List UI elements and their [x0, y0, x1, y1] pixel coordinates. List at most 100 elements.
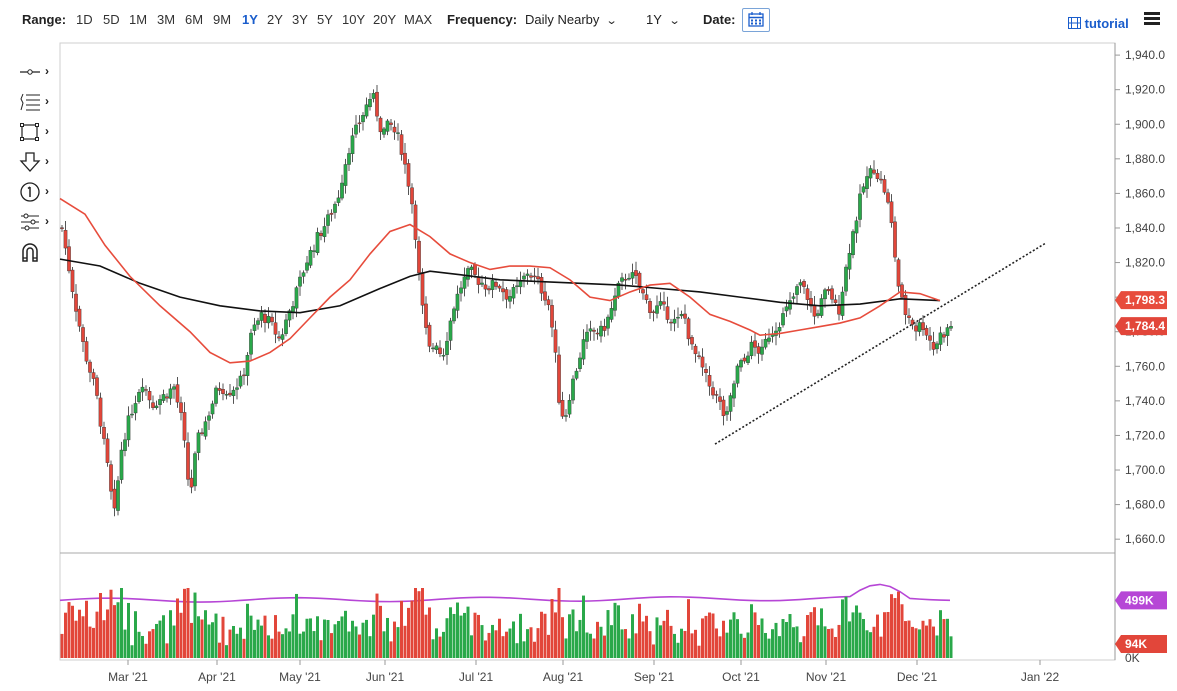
last-price-label-text: 1,784.4	[1125, 319, 1165, 333]
price-chart[interactable]: 1,940.0 1,920.0 1,900.0 1,880.0 1,860.0 1,840…	[0, 40, 1177, 691]
candle-body	[144, 389, 148, 391]
volume-bar	[333, 624, 337, 658]
candle-body	[350, 135, 355, 155]
candle-body	[784, 306, 789, 312]
range-2y[interactable]: 2Y	[267, 12, 283, 27]
volume-bar	[596, 621, 599, 658]
candle-body	[67, 246, 71, 272]
range-1d[interactable]: 1D	[76, 12, 93, 27]
candle-body	[424, 303, 428, 328]
volume-bar	[788, 614, 792, 658]
volume-bar	[389, 641, 393, 658]
price-tick-label: 1,940.0	[1125, 48, 1165, 62]
volume-bar	[393, 621, 396, 658]
range-9m[interactable]: 9M	[213, 12, 231, 27]
candle-body	[336, 197, 341, 203]
price-tick-label: 1,720.0	[1125, 428, 1165, 442]
frequency-select[interactable]: Daily Nearby ⌄	[525, 12, 618, 27]
volume-bar	[515, 643, 519, 658]
candle-body	[291, 306, 295, 312]
candle-body	[413, 204, 418, 240]
candle-body	[665, 306, 670, 320]
volume-bar	[277, 631, 281, 658]
range-20y[interactable]: 20Y	[373, 12, 396, 27]
candle-body	[410, 187, 414, 205]
volume-bar	[74, 620, 78, 658]
range-3m[interactable]: 3M	[157, 12, 175, 27]
range-5y[interactable]: 5Y	[317, 12, 333, 27]
candle-body	[333, 203, 337, 213]
volume-bar	[715, 628, 718, 658]
range-6m[interactable]: 6M	[185, 12, 203, 27]
volume-bar	[148, 631, 151, 658]
volume-bar	[631, 614, 634, 658]
volume-bar	[473, 612, 477, 658]
candle-body	[329, 212, 334, 215]
volume-bar	[491, 624, 494, 658]
volume-bar	[137, 631, 141, 658]
volume-bar	[722, 620, 725, 658]
volume-bar	[452, 613, 456, 658]
range-5d[interactable]: 5D	[103, 12, 120, 27]
price-tick-label: 1,880.0	[1125, 152, 1165, 166]
candle-body	[707, 375, 712, 387]
candle-body	[95, 377, 99, 396]
candle-body	[844, 266, 848, 292]
chevron-down-icon: ⌄	[668, 15, 681, 27]
candle-body	[172, 386, 176, 390]
candle-body	[266, 316, 271, 324]
volume-bar	[158, 620, 162, 658]
candle-body	[574, 370, 579, 379]
volume-bar	[92, 627, 95, 658]
volume-bar	[645, 615, 648, 658]
tutorial-link[interactable]: tutorial	[1068, 16, 1129, 31]
volume-bar	[827, 628, 830, 658]
candle-body	[763, 338, 768, 348]
candle-body	[788, 300, 792, 310]
volume-bar	[501, 636, 505, 658]
candle-body	[609, 308, 614, 320]
candle-body	[592, 329, 596, 332]
volume-bar	[519, 613, 522, 658]
candle-body	[525, 273, 530, 276]
period-value: 1Y	[646, 12, 662, 27]
price-tick-label: 1,860.0	[1125, 186, 1165, 200]
candle-body	[658, 301, 663, 306]
candle-body	[812, 305, 817, 317]
volume-bar	[99, 592, 102, 658]
volume-bar	[372, 614, 375, 658]
date-picker-button[interactable]	[742, 8, 770, 32]
volume-bar	[470, 635, 473, 658]
range-10y[interactable]: 10Y	[342, 12, 365, 27]
volume-bar	[81, 616, 85, 658]
candle-body	[102, 427, 106, 439]
range-1y[interactable]: 1Y	[242, 12, 258, 27]
volume-bar	[291, 614, 295, 658]
candle-body	[742, 357, 747, 362]
volume-average-label-text: 499K	[1125, 593, 1154, 607]
range-1m[interactable]: 1M	[129, 12, 147, 27]
candle-body	[221, 389, 225, 394]
volume-bar	[904, 621, 907, 658]
candle-body	[448, 320, 453, 341]
volume-bar	[795, 626, 799, 658]
candle-body	[462, 276, 467, 289]
candle-body	[501, 288, 505, 293]
volume-bar	[323, 619, 326, 658]
volume-bar	[442, 631, 445, 658]
candle-body	[935, 343, 939, 350]
candle-body	[553, 329, 558, 353]
volume-bar	[757, 625, 760, 658]
candle-body	[294, 287, 299, 309]
period-select[interactable]: 1Y ⌄	[646, 12, 681, 27]
range-3y[interactable]: 3Y	[292, 12, 308, 27]
candle-body	[193, 453, 197, 487]
volume-bar	[312, 631, 316, 658]
range-max[interactable]: MAX	[404, 12, 432, 27]
x-tick-label: Dec '21	[897, 670, 938, 684]
volume-bar	[799, 642, 802, 658]
volume-bar	[438, 636, 442, 658]
hamburger-menu-icon[interactable]	[1144, 12, 1160, 26]
volume-bar	[725, 632, 729, 658]
candle-body	[308, 250, 313, 266]
